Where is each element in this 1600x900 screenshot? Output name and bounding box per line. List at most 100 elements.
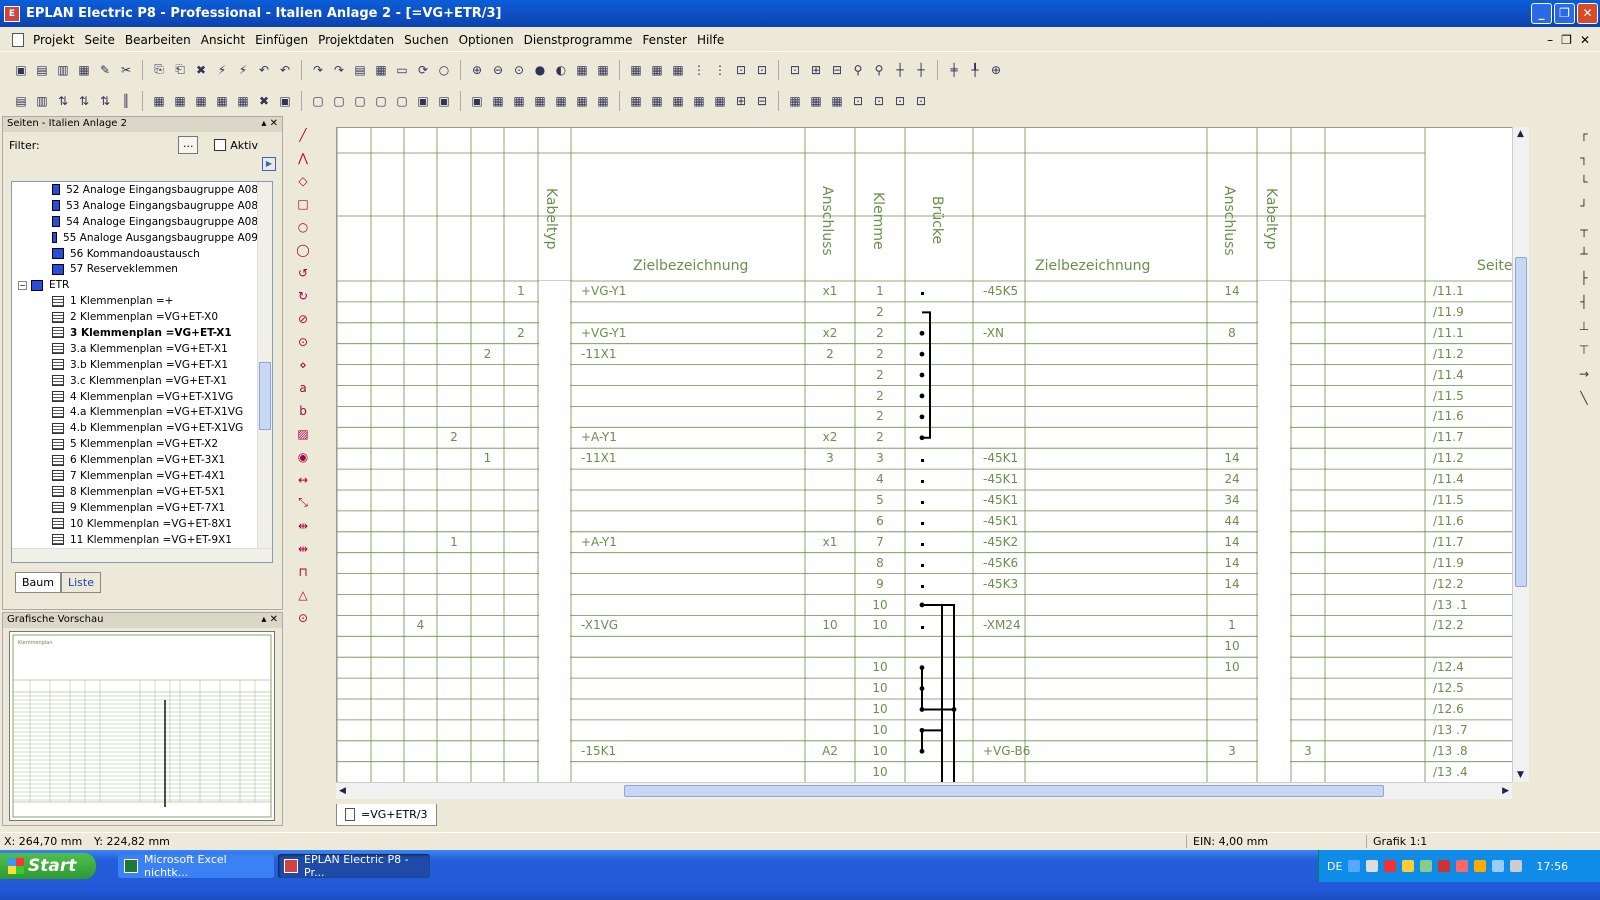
- draw-tool-icon[interactable]: ⤡: [294, 494, 312, 511]
- canvas-vertical-scrollbar[interactable]: ▲ ▼: [1512, 127, 1529, 782]
- secondary-tool-icon[interactable]: ▦: [510, 92, 528, 110]
- secondary-tool-icon[interactable]: ▦: [690, 92, 708, 110]
- mdi-close-button[interactable]: ✕: [1580, 33, 1590, 47]
- secondary-tool-icon[interactable]: ▦: [489, 92, 507, 110]
- main-tool-icon[interactable]: ↶: [276, 61, 294, 79]
- secondary-tool-icon[interactable]: ▦: [828, 92, 846, 110]
- scroll-right-arrow[interactable]: ▶: [1502, 786, 1509, 796]
- secondary-tool-icon[interactable]: ▢: [309, 92, 327, 110]
- mdi-restore-button[interactable]: ❐: [1561, 33, 1572, 47]
- play-icon[interactable]: ▶: [262, 157, 276, 171]
- page-tree[interactable]: 52 Analoge Eingangsbaugruppe A08 53 Analo…: [11, 181, 273, 563]
- main-tool-icon[interactable]: ▭: [393, 61, 411, 79]
- main-tool-icon[interactable]: ▦: [594, 61, 612, 79]
- panel-controls[interactable]: ▴ ✕: [261, 118, 278, 131]
- preview-thumbnail[interactable]: Klemmenplan: [9, 631, 275, 821]
- tree-item[interactable]: 57 Reserveklemmen: [12, 261, 258, 277]
- secondary-tool-icon[interactable]: ▥: [33, 92, 51, 110]
- menu-einfügen[interactable]: Einfügen: [250, 33, 313, 47]
- main-tool-icon[interactable]: ◐: [552, 61, 570, 79]
- tree-item[interactable]: 56 Kommandoaustausch: [12, 246, 258, 262]
- draw-tool-icon[interactable]: ◇: [294, 172, 312, 189]
- tray-wifi-icon[interactable]: [1420, 860, 1433, 872]
- main-tool-icon[interactable]: ⊡: [786, 61, 804, 79]
- tree-item[interactable]: 55 Analoge Ausgangsbaugruppe A09: [12, 230, 258, 246]
- secondary-tool-icon[interactable]: ▦: [213, 92, 231, 110]
- main-tool-icon[interactable]: ⚲: [849, 61, 867, 79]
- menu-dienstprogramme[interactable]: Dienstprogramme: [519, 33, 638, 47]
- menu-seite[interactable]: Seite: [79, 33, 119, 47]
- secondary-tool-icon[interactable]: ▦: [192, 92, 210, 110]
- secondary-tool-icon[interactable]: ▦: [786, 92, 804, 110]
- menu-suchen[interactable]: Suchen: [399, 33, 453, 47]
- secondary-tool-icon[interactable]: ▢: [351, 92, 369, 110]
- task-eplan[interactable]: EPLAN Electric P8 - Pr...: [278, 853, 430, 879]
- tray-back-icon[interactable]: [1348, 860, 1361, 872]
- main-tool-icon[interactable]: ╪: [945, 61, 963, 79]
- scroll-left-arrow[interactable]: ◀: [339, 786, 346, 796]
- tree-item[interactable]: 4.a Klemmenplan =VG+ET-X1VG: [12, 404, 258, 420]
- main-tool-icon[interactable]: ↶: [255, 61, 273, 79]
- tree-item[interactable]: 53 Analoge Eingangsbaugruppe A08: [12, 198, 258, 214]
- draw-tool-icon[interactable]: ↻: [294, 287, 312, 304]
- connection-symbol-icon[interactable]: ┬: [1575, 221, 1593, 239]
- secondary-tool-icon[interactable]: ▦: [171, 92, 189, 110]
- main-tool-icon[interactable]: ⊕: [468, 61, 486, 79]
- main-tool-icon[interactable]: ▣: [12, 61, 30, 79]
- main-tool-icon[interactable]: ●: [531, 61, 549, 79]
- language-indicator[interactable]: DE: [1327, 860, 1342, 873]
- main-tool-icon[interactable]: ⚡: [234, 61, 252, 79]
- connection-symbol-icon[interactable]: ╲: [1575, 389, 1593, 407]
- connection-symbol-icon[interactable]: ├: [1575, 269, 1593, 287]
- draw-tool-icon[interactable]: ⊙: [294, 333, 312, 350]
- secondary-tool-icon[interactable]: ▢: [330, 92, 348, 110]
- menu-ansicht[interactable]: Ansicht: [196, 33, 250, 47]
- main-tool-icon[interactable]: ⎘: [150, 61, 168, 79]
- tray-antivirus-icon[interactable]: [1438, 860, 1451, 872]
- draw-tool-icon[interactable]: □: [294, 195, 312, 212]
- main-tool-icon[interactable]: ⊞: [807, 61, 825, 79]
- main-tool-icon[interactable]: ⊙: [510, 61, 528, 79]
- draw-tool-icon[interactable]: ↔: [294, 471, 312, 488]
- tree-item[interactable]: 52 Analoge Eingangsbaugruppe A08: [12, 182, 258, 198]
- tree-item[interactable]: 6 Klemmenplan =VG+ET-3X1: [12, 452, 258, 468]
- window-titlebar[interactable]: E EPLAN Electric P8 - Professional - Ita…: [0, 0, 1600, 27]
- secondary-tool-icon[interactable]: ▦: [573, 92, 591, 110]
- secondary-tool-icon[interactable]: ▣: [435, 92, 453, 110]
- menu-fenster[interactable]: Fenster: [637, 33, 692, 47]
- main-tool-icon[interactable]: ▦: [669, 61, 687, 79]
- connection-symbol-icon[interactable]: ┤: [1575, 293, 1593, 311]
- tree-item[interactable]: 4.b Klemmenplan =VG+ET-X1VG: [12, 420, 258, 436]
- canvas-vscroll-thumb[interactable]: [1515, 257, 1527, 587]
- draw-tool-icon[interactable]: a: [294, 379, 312, 396]
- draw-tool-icon[interactable]: b: [294, 402, 312, 419]
- secondary-tool-icon[interactable]: ▦: [648, 92, 666, 110]
- draw-tool-icon[interactable]: ╱: [294, 126, 312, 143]
- secondary-tool-icon[interactable]: ▦: [711, 92, 729, 110]
- scroll-up-arrow[interactable]: ▲: [1517, 129, 1524, 139]
- tree-item[interactable]: − ETR: [12, 277, 258, 293]
- secondary-tool-icon[interactable]: ⇅: [96, 92, 114, 110]
- main-tool-icon[interactable]: ⊕: [987, 61, 1005, 79]
- tree-vertical-scrollbar[interactable]: [257, 182, 272, 562]
- canvas-horizontal-scrollbar[interactable]: ◀ ▶: [336, 782, 1512, 799]
- menu-bearbeiten[interactable]: Bearbeiten: [120, 33, 196, 47]
- menu-projekt[interactable]: Projekt: [28, 33, 79, 47]
- main-tool-icon[interactable]: ↷: [309, 61, 327, 79]
- draw-tool-icon[interactable]: ○: [294, 218, 312, 235]
- tree-item[interactable]: 1 Klemmenplan =+: [12, 293, 258, 309]
- main-tool-icon[interactable]: ▤: [33, 61, 51, 79]
- secondary-tool-icon[interactable]: ▦: [807, 92, 825, 110]
- tree-item[interactable]: 3 Klemmenplan =VG+ET-X1: [12, 325, 258, 341]
- main-tool-icon[interactable]: ⚡: [213, 61, 231, 79]
- connection-symbol-icon[interactable]: ┌: [1575, 125, 1593, 143]
- task-excel[interactable]: Microsoft Excel nichtk...: [118, 853, 274, 879]
- secondary-tool-icon[interactable]: ▦: [150, 92, 168, 110]
- draw-tool-icon[interactable]: ⊓: [294, 563, 312, 580]
- tray-network-icon[interactable]: [1366, 860, 1379, 872]
- main-tool-icon[interactable]: ┼: [912, 61, 930, 79]
- tree-item[interactable]: 3.b Klemmenplan =VG+ET-X1: [12, 357, 258, 373]
- close-button[interactable]: ✕: [1577, 3, 1598, 24]
- main-tool-icon[interactable]: ▦: [75, 61, 93, 79]
- tree-item[interactable]: 8 Klemmenplan =VG+ET-5X1: [12, 484, 258, 500]
